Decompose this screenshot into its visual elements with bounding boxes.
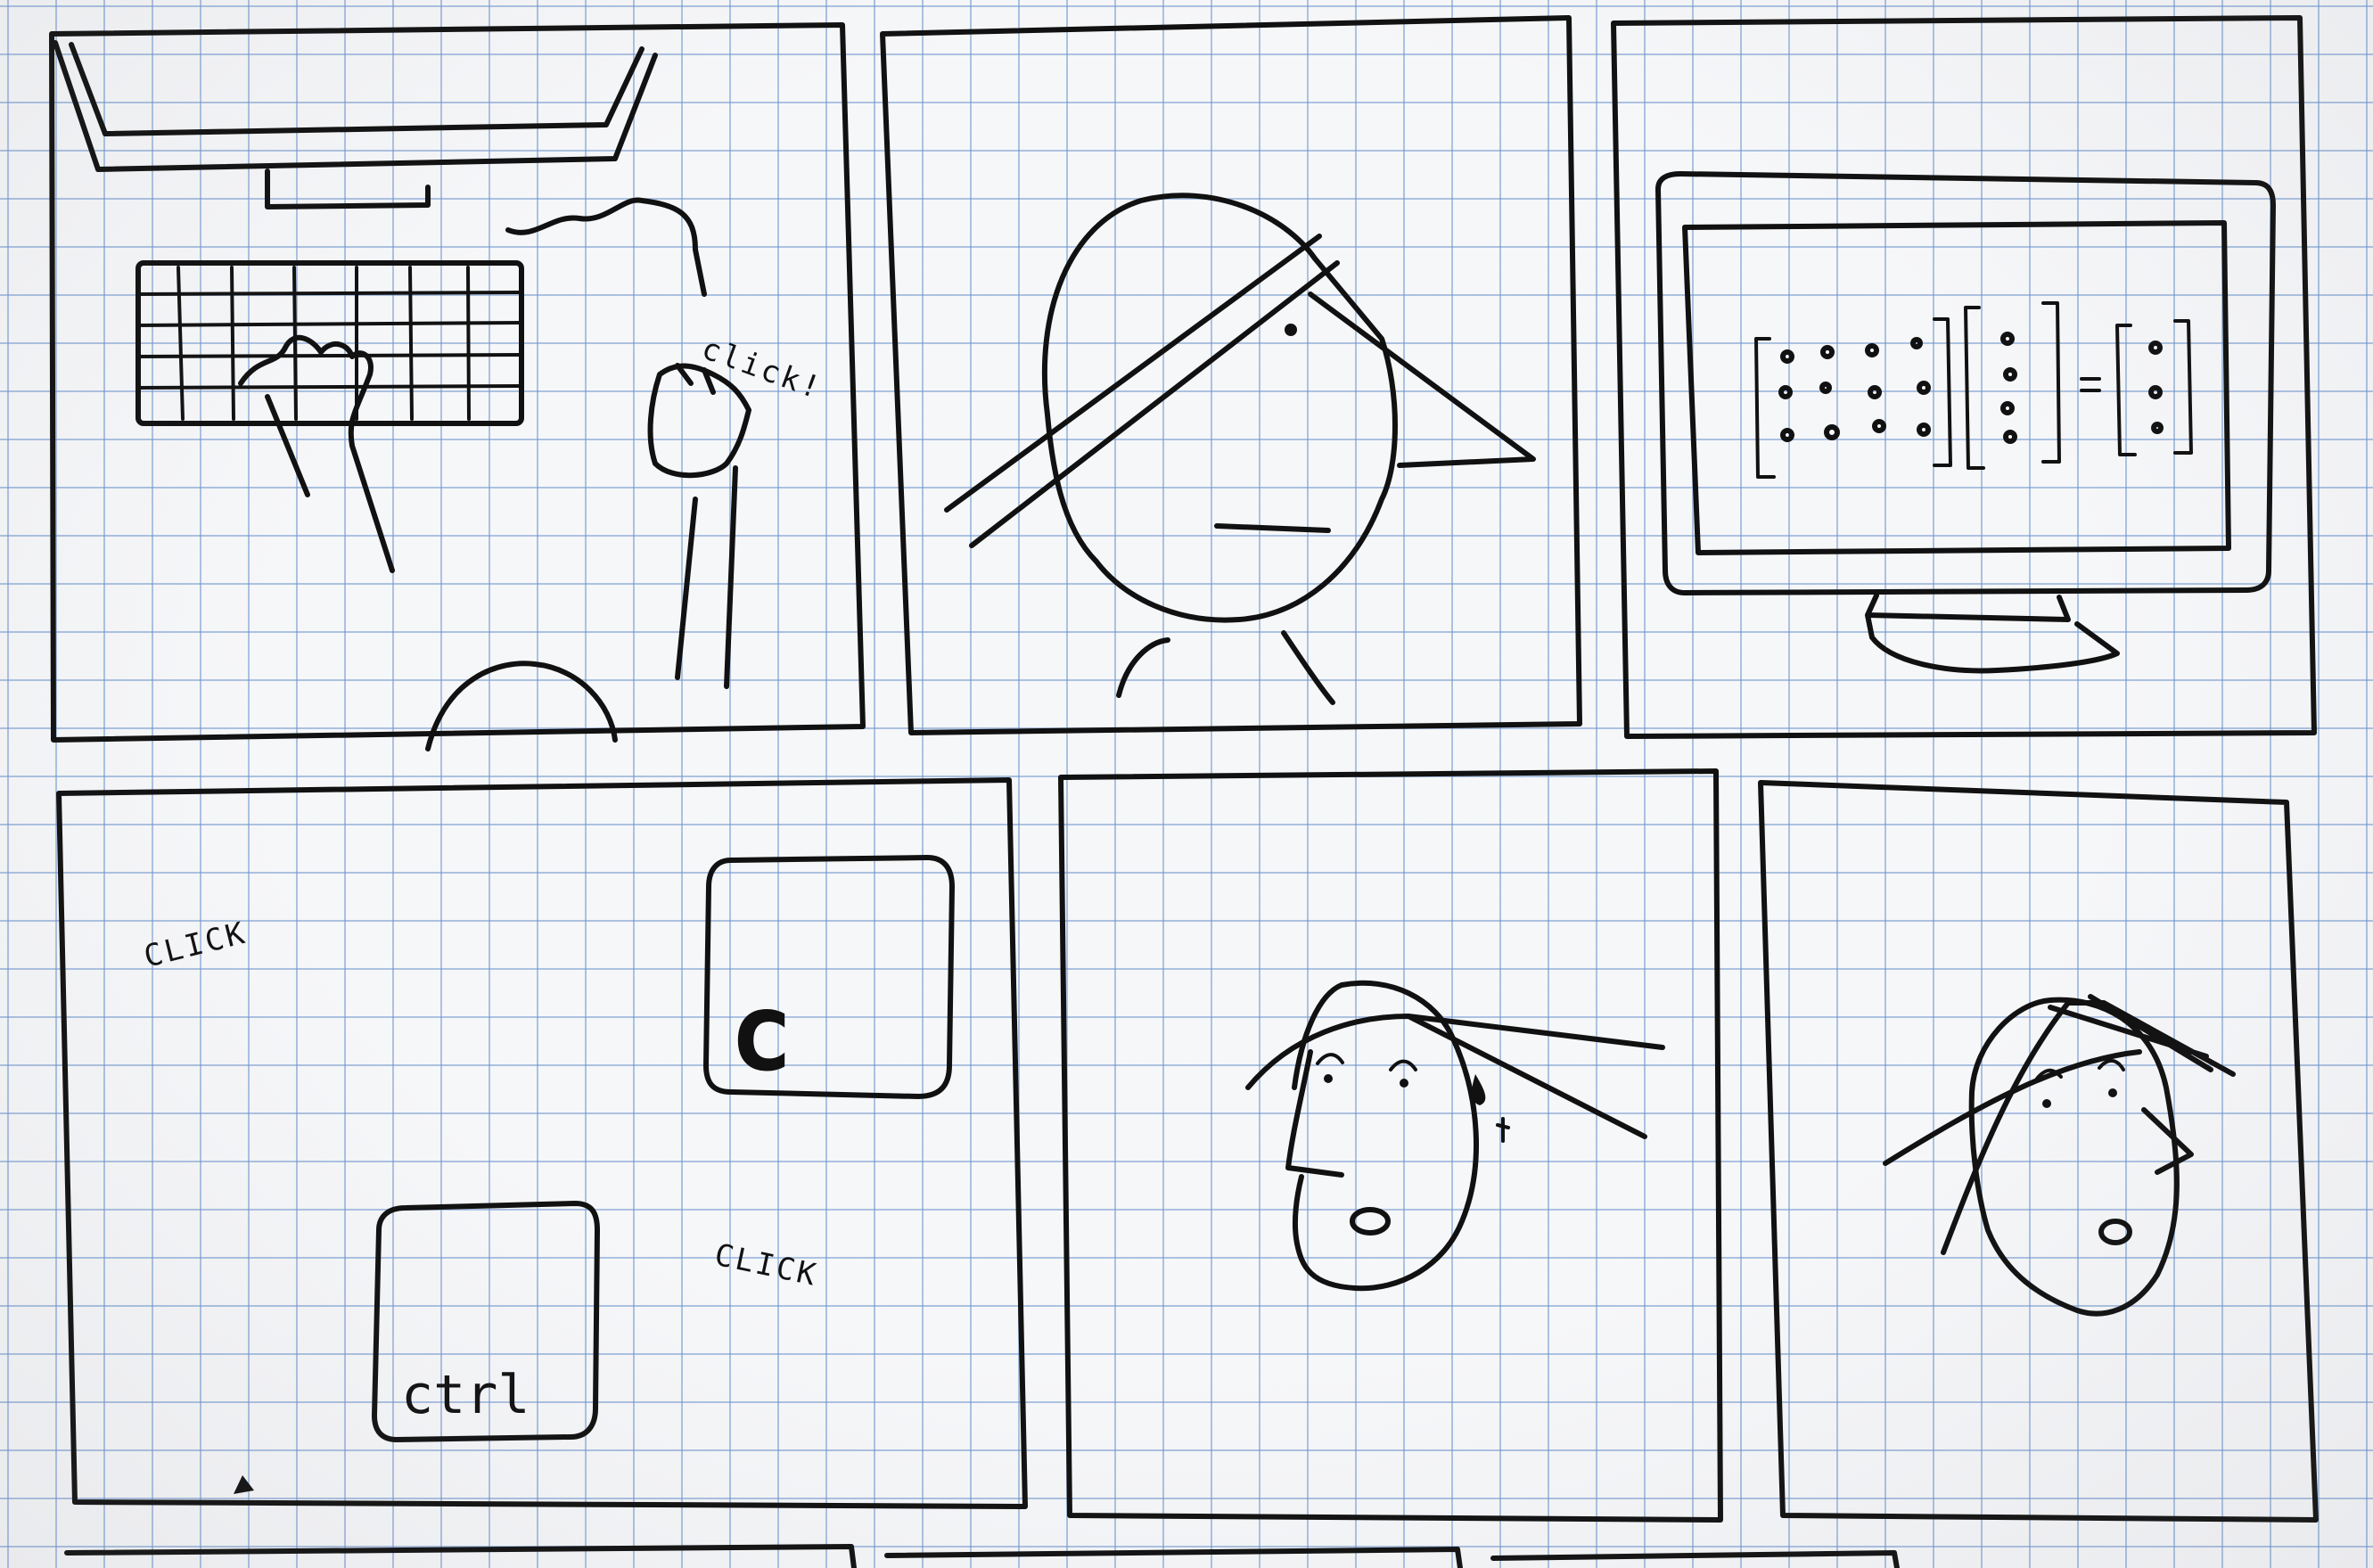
panel-6-surprised-face-hair	[1758, 780, 2319, 1523]
eyebrow-right-icon	[2098, 1059, 2125, 1071]
panel-5-surprised-face	[1058, 768, 1723, 1523]
panel-3-border	[1611, 15, 2317, 739]
head-back-icon	[425, 661, 618, 751]
mouth-o-icon	[1350, 1207, 1391, 1236]
panel-1-typing-and-clicking: click!	[49, 22, 866, 751]
eye-left-icon	[2042, 1099, 2051, 1108]
right-arm-icon	[675, 465, 738, 689]
row-3-panels-cropped	[64, 1544, 1900, 1568]
panel-4-border	[56, 777, 1028, 1509]
nose-icon	[1308, 291, 1536, 468]
panel-4-sfx-top: CLICK	[141, 915, 251, 975]
nose-icon	[2141, 1107, 2194, 1175]
matrix-equation-icon	[1754, 301, 2193, 479]
mouth-icon	[1214, 523, 1331, 533]
monitor-stand-icon	[265, 168, 431, 209]
panel-2-worried-face	[880, 15, 1582, 735]
eye-right-icon	[2108, 1088, 2117, 1097]
mouse-cord-icon	[505, 197, 707, 297]
face-outline-icon	[1292, 980, 1479, 1292]
monitor-back-icon	[53, 40, 658, 172]
panel-4-ctrl-c-keys: CLICK c ctrl CLICK	[56, 777, 1028, 1509]
face-outline-icon	[1968, 997, 2180, 1317]
panel-6-border	[1758, 780, 2319, 1523]
key-ctrl-label: ctrl	[401, 1364, 530, 1426]
panel-3-monitor-matrix	[1611, 15, 2317, 739]
eyebrow-right-icon	[1389, 1059, 1417, 1071]
monitor-stand-icon	[1865, 593, 2120, 674]
eyebrow-left-icon	[1316, 1053, 1344, 1065]
monitor-screen-icon	[1682, 220, 2231, 555]
panel-7-border-top	[64, 1544, 857, 1568]
face-outline-icon	[1042, 193, 1398, 623]
sweat-streak-lines	[944, 234, 1340, 548]
shoulder-icon	[1116, 630, 1335, 705]
cheek-mark-icon	[1496, 1117, 1510, 1143]
hair-strand-lines	[1245, 1014, 1665, 1139]
panel-1-sfx-text: click!	[697, 331, 827, 407]
hair-strand-lines	[1883, 994, 2236, 1255]
comic-page: click! CLICK c ctrl CLICK	[49, 15, 2319, 1568]
panel-5-border	[1058, 768, 1723, 1523]
mouse-hand-icon	[647, 363, 751, 479]
key-c-label: c	[729, 972, 793, 1096]
ink-blot-icon	[234, 1475, 254, 1494]
eye-icon	[1285, 324, 1297, 336]
eye-left-icon	[1324, 1074, 1333, 1083]
tear-drop-icon	[1472, 1074, 1486, 1105]
matrix-entries	[1778, 332, 2164, 444]
panel-8-border-top	[884, 1547, 1463, 1568]
eye-right-icon	[1400, 1079, 1408, 1088]
mouth-o-icon	[2098, 1219, 2132, 1245]
panel-2-border	[880, 15, 1582, 735]
left-hand-icon	[238, 334, 395, 573]
panel-9-border-top	[1490, 1550, 1900, 1568]
panel-4-sfx-bottom: CLICK	[711, 1237, 821, 1294]
left-wrist-icon	[265, 394, 310, 497]
